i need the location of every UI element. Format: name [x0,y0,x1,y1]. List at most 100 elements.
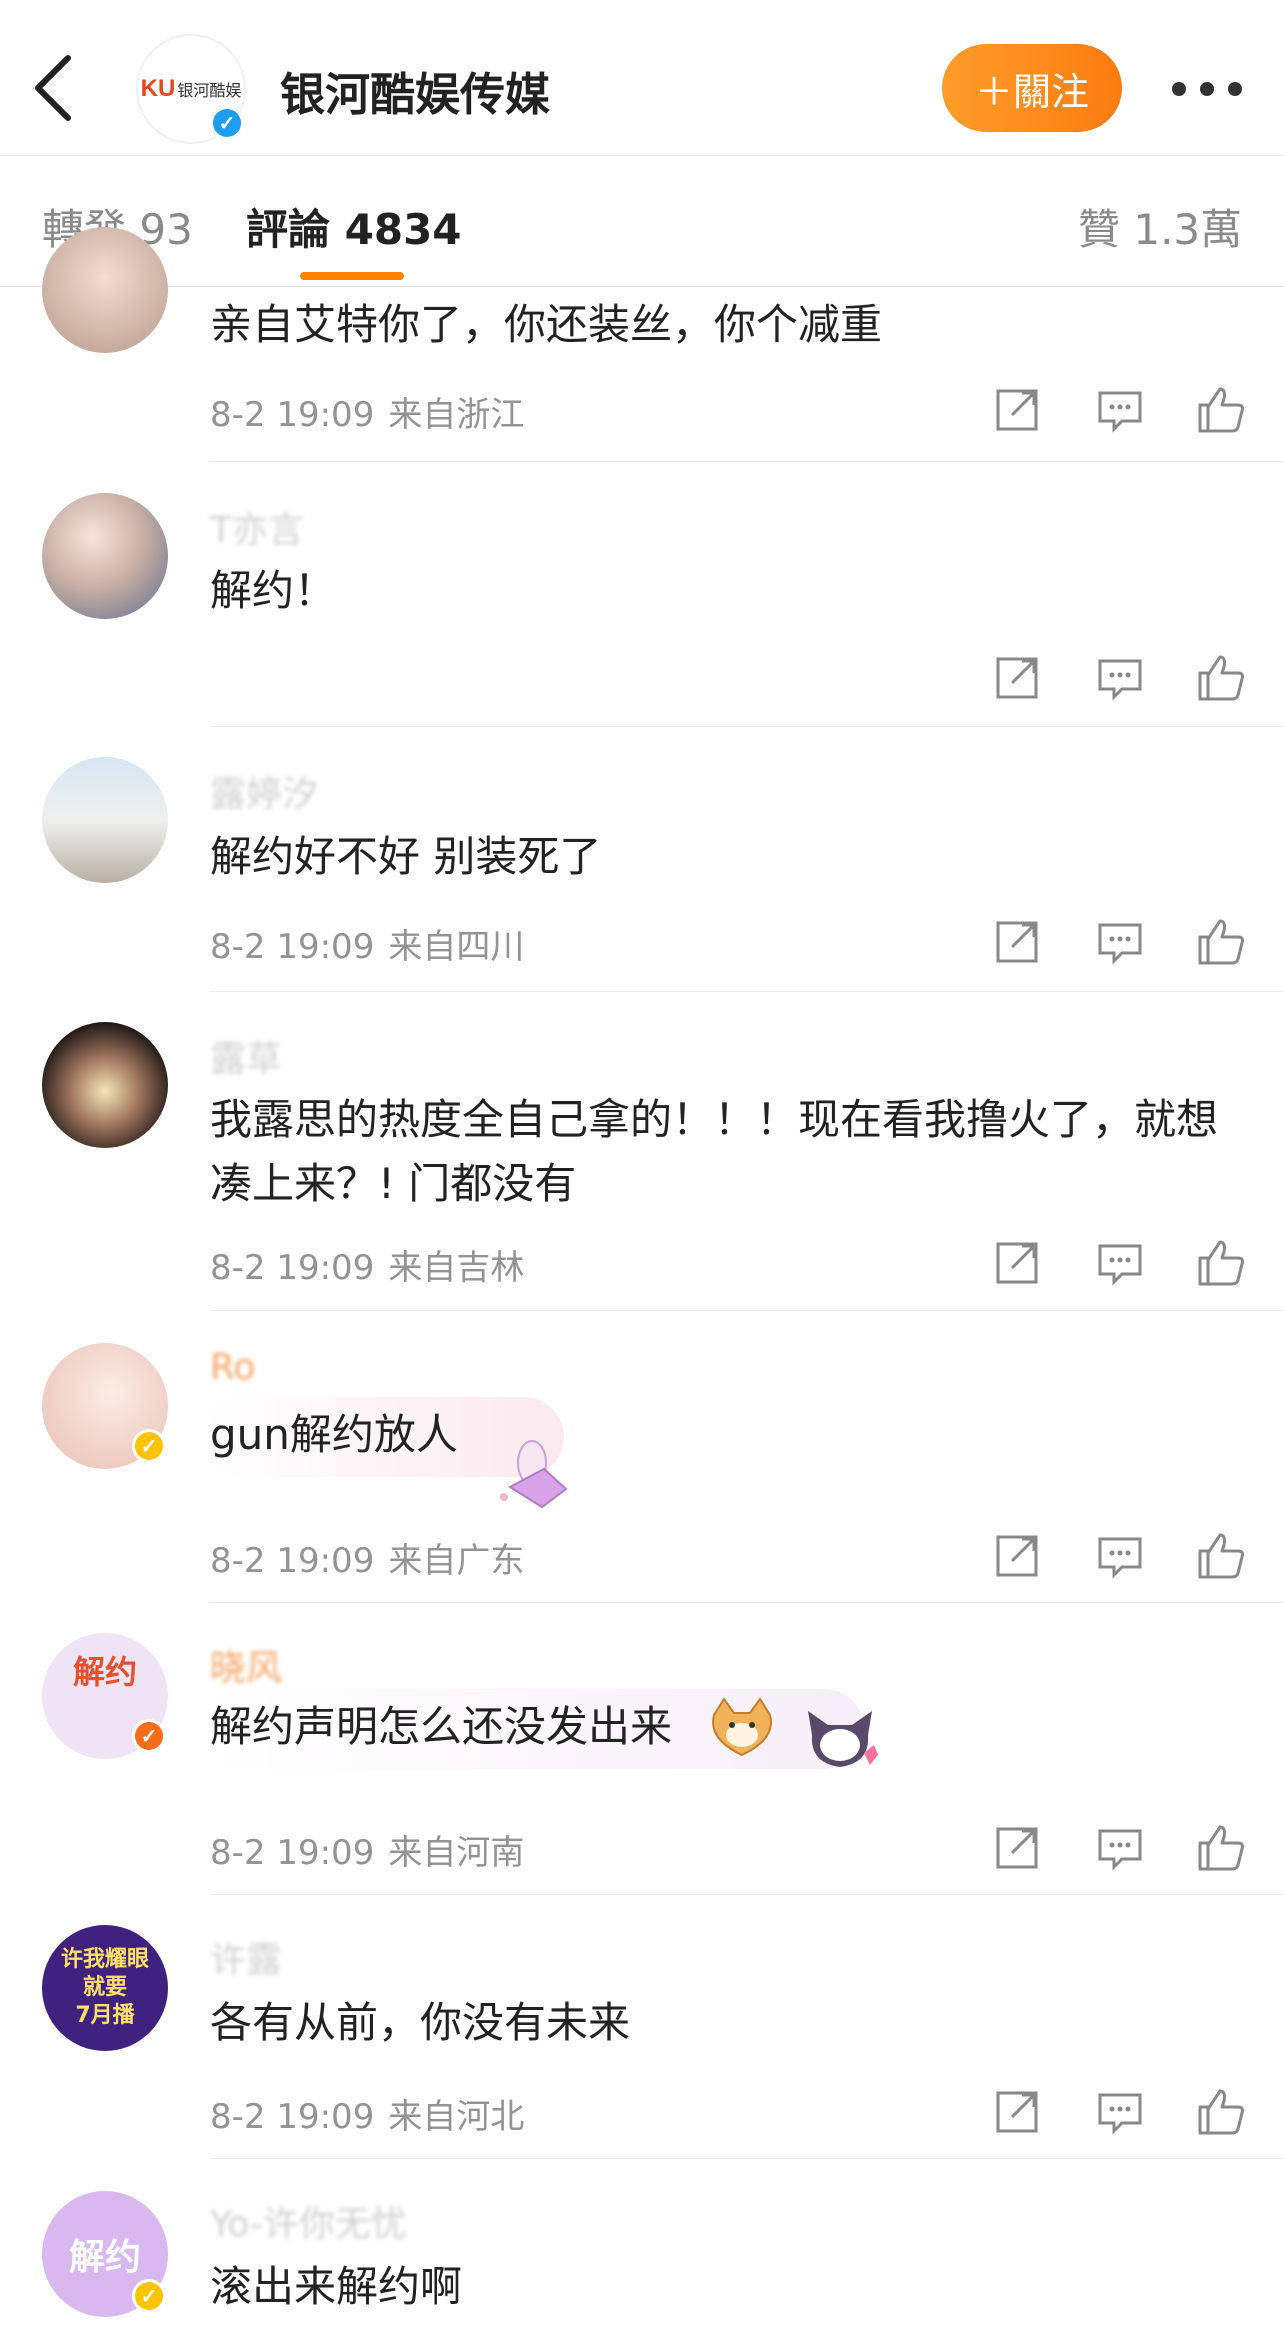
comment-location: 来自浙江 [388,395,525,435]
comment-time: 8-2 19:09 [210,927,375,967]
user-avatar[interactable] [42,227,168,353]
logo-mark: KU [140,75,176,102]
comment-meta: 8-2 19:09 来自浙江 [210,387,524,436]
comment-time: 8-2 19:09 [210,1248,375,1288]
comment-location: 来自吉林 [388,1248,525,1288]
username[interactable]: 晓风 [210,1639,282,1691]
comment-time: 8-2 19:09 [210,1541,375,1581]
comment-text: gun解约放人 [210,1410,458,1459]
comment-text: 亲自艾特你了，你还装丝，你个减重 [210,300,883,349]
divider [210,991,1284,992]
avatar-text: 解约 [72,1653,137,1691]
comment-time: 8-2 19:09 [210,395,375,435]
comment-item: 露婷汐 解约好不好 别装死了 8-2 19:09 来自四川 [0,729,1284,993]
comment-item: 解约 ✓ 晓风 解约声明怎么还没发出来 8-2 19:09 来自河南 [0,1605,1284,1896]
comment-item: 许我耀眼 就要 7月播 许露 各有从前，你没有未来 8-2 19:09 来自河北 [0,1897,1284,2160]
kuromi-sticker-icon [808,1711,878,1767]
user-avatar[interactable]: 许我耀眼 就要 7月播 [42,1925,168,2051]
comment-icon[interactable] [1092,2083,1148,2139]
like-icon[interactable] [1192,1234,1248,1290]
like-icon[interactable] [1192,649,1248,705]
comment-location: 来自河南 [388,1833,525,1873]
follow-button[interactable]: ＋關注 [942,44,1122,132]
username[interactable]: Yo-许你无忧 [210,2195,407,2247]
username[interactable]: Ro [210,1347,255,1388]
comment-icon[interactable] [1092,1819,1148,1875]
comment-meta: 8-2 19:09 来自吉林 [210,1240,524,1289]
like-icon[interactable] [1192,913,1248,969]
share-icon[interactable] [990,1527,1046,1583]
verified-badge-icon: ✓ [132,2279,166,2313]
divider [210,1602,1284,1603]
account-name[interactable]: 银河酷娱传媒 [280,58,550,123]
avatar-text-line3: 7月播 [75,2003,135,2028]
comment-icon[interactable] [1092,1527,1148,1583]
comment-item: 亲自艾特你了，你还装丝，你个减重 8-2 19:09 来自浙江 [0,227,1284,463]
avatar-text-line2: 就要 [82,1975,127,2000]
shiba-sticker-icon [712,1697,772,1757]
comment-actions [980,1819,1250,1879]
comment-icon[interactable] [1092,381,1148,437]
verified-badge-icon: ✓ [132,1719,166,1753]
tab-bar: 轉發 93 評論 4834 贊 1.3萬 [0,156,1284,287]
comment-actions [980,1234,1250,1294]
verified-badge-icon: ✓ [210,106,244,140]
comment-item: 露草 我露思的热度全自己拿的！！！现在看我撸火了，就想凑上来？! 门都没有 8-… [0,994,1284,1312]
share-icon[interactable] [990,2083,1046,2139]
like-icon[interactable] [1192,1527,1248,1583]
divider [210,2158,1284,2159]
comment-text: 各有从前，你没有未来 [210,1998,631,2047]
divider [210,726,1284,727]
comment-icon[interactable] [1092,1234,1148,1290]
share-icon[interactable] [990,381,1046,437]
tab-likes[interactable]: 贊 1.3萬 [1078,196,1242,257]
comment-item: 解约 ✓ Yo-许你无忧 滚出来解约啊 [0,2161,1284,2329]
user-avatar[interactable] [42,757,168,883]
comment-actions [980,2083,1250,2143]
comment-actions [980,381,1250,441]
comment-time: 8-2 19:09 [210,2097,375,2137]
username[interactable]: 露草 [210,1030,282,1082]
comment-location: 来自四川 [388,927,525,967]
divider [210,1310,1284,1311]
comment-meta: 8-2 19:09 来自四川 [210,919,524,968]
comment-time: 8-2 19:09 [210,1833,375,1873]
divider [210,1894,1284,1895]
username[interactable]: 许露 [210,1931,282,1983]
share-icon[interactable] [990,913,1046,969]
comment-meta: 8-2 19:09 来自河南 [210,1825,524,1874]
top-bar: KU 银河酷娱 ✓ 银河酷娱传媒 ＋關注 [0,0,1284,156]
comment-meta: 8-2 19:09 来自广东 [210,1533,524,1582]
comment-actions [980,913,1250,973]
comment-item: ✓ Ro gun解约放人 8-2 19:09 来自广东 [0,1313,1284,1604]
like-icon[interactable] [1192,2083,1248,2139]
like-icon[interactable] [1192,1819,1248,1875]
tab-comments[interactable]: 評論 4834 [246,196,462,257]
avatar-text: 解约 [68,2237,141,2278]
comment-meta: 8-2 19:09 来自河北 [210,2089,524,2138]
comment-text: 解约好不好 别装死了 [210,832,602,881]
comment-text: 我露思的热度全自己拿的！！！现在看我撸火了，就想凑上来？! 门都没有 [210,1095,1219,1208]
divider [210,461,1284,462]
share-icon[interactable] [990,1819,1046,1875]
comment-text: 解约！ [210,566,337,615]
share-icon[interactable] [990,649,1046,705]
like-icon[interactable] [1192,381,1248,437]
comment-icon[interactable] [1092,649,1148,705]
back-chevron-icon[interactable] [28,52,80,124]
user-avatar[interactable] [42,1022,168,1148]
bunny-sticker-icon [500,1440,568,1509]
comment-item: T亦言 解约！ [0,463,1284,728]
share-icon[interactable] [990,1234,1046,1290]
comment-icon[interactable] [1092,913,1148,969]
verified-badge-icon: ✓ [132,1429,166,1463]
username[interactable]: T亦言 [210,501,304,553]
more-dots-icon[interactable] [1172,82,1242,98]
user-avatar[interactable] [42,493,168,619]
comment-location: 来自河北 [388,2097,525,2137]
comment-text: 滚出来解约啊 [210,2262,463,2311]
username[interactable]: 露婷汐 [210,765,318,817]
active-tab-indicator [300,272,404,280]
comment-actions [980,649,1250,709]
logo-text: 银河酷娱 [177,81,242,100]
